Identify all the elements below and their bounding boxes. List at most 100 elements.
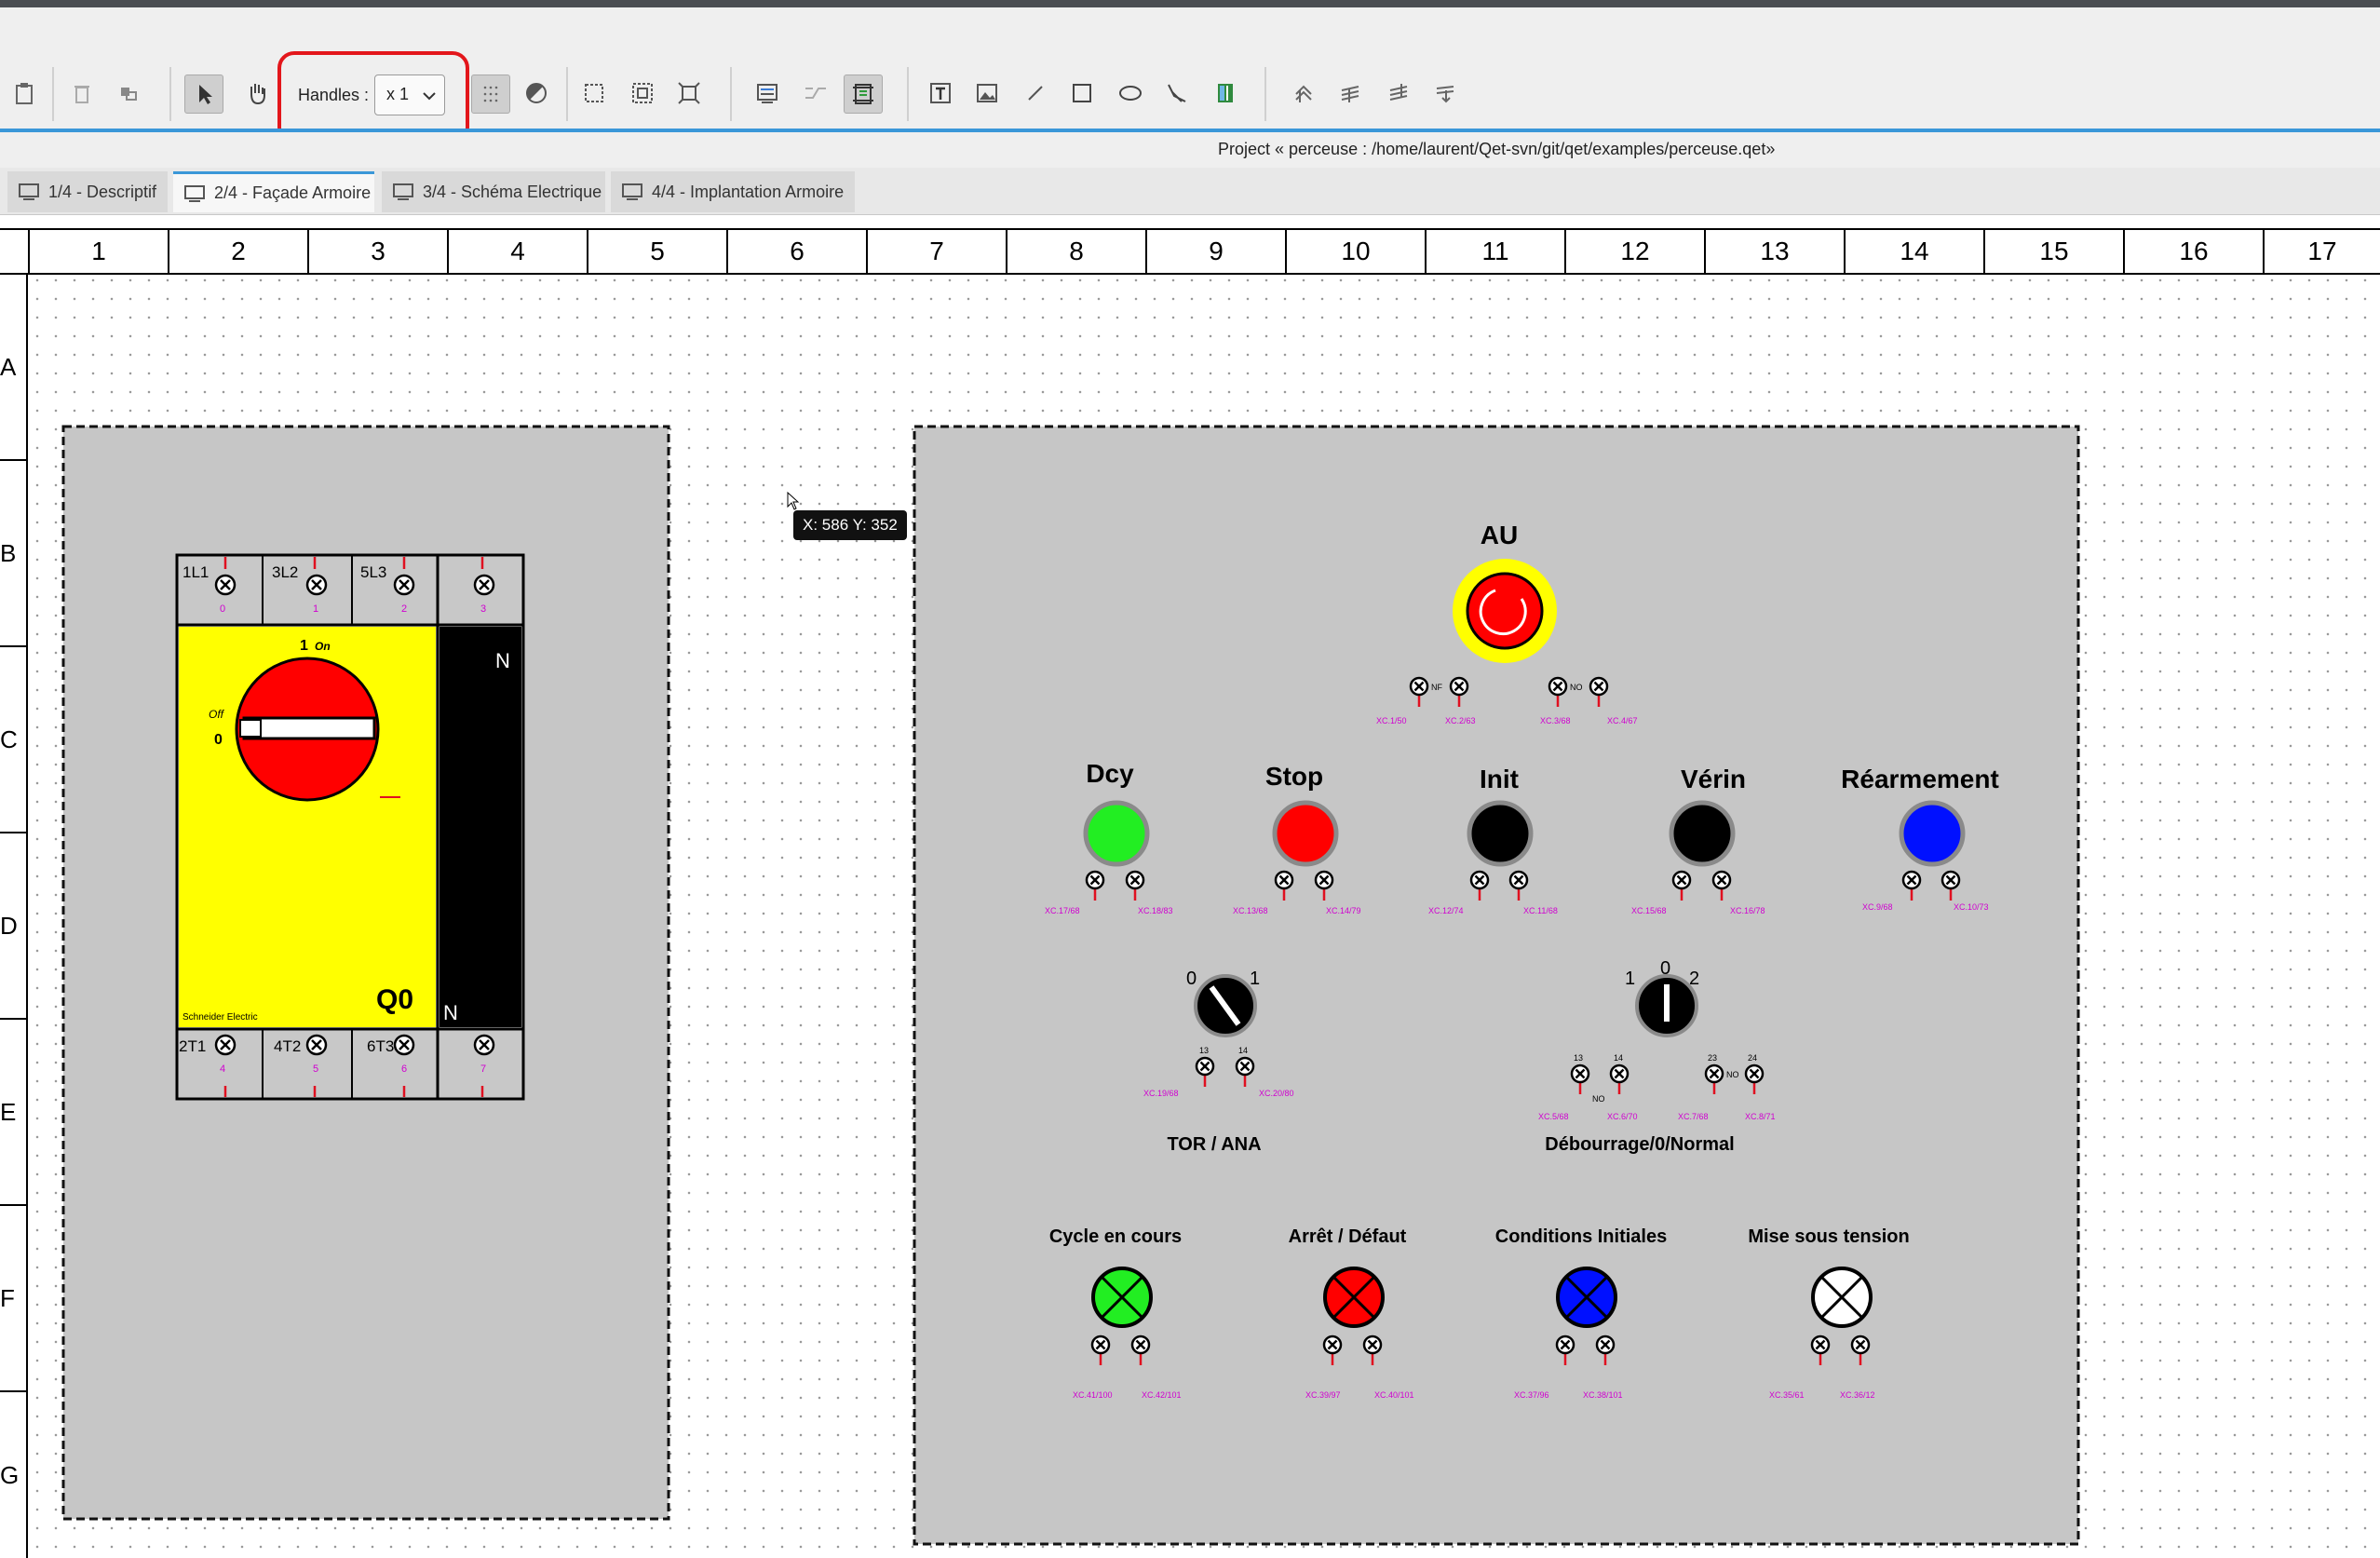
selector-label: Débourrage/0/Normal — [1545, 1134, 1734, 1155]
tab-label: 2/4 - Façade Armoire — [214, 183, 372, 202]
add-table-icon[interactable] — [1207, 75, 1244, 112]
ref-label: XC.6/70 — [1607, 1112, 1638, 1121]
ref-label: XC.15/68 — [1631, 906, 1667, 915]
lamp-label: Cycle en cours — [1049, 1226, 1182, 1247]
ref-label: XC.7/68 — [1678, 1112, 1709, 1121]
tab-facade-armoire[interactable]: 2/4 - Façade Armoire — [173, 171, 374, 212]
ref-label: XC.35/61 — [1769, 1390, 1805, 1400]
folio-frame-icon[interactable] — [844, 75, 883, 114]
add-line-icon[interactable] — [1017, 75, 1054, 112]
selector-position: 2 — [1689, 969, 1699, 989]
terminal-label: 2T1 — [179, 1037, 206, 1055]
ref-label: XC.5/68 — [1538, 1112, 1569, 1121]
add-image-icon[interactable] — [968, 75, 1006, 112]
terminal-number: 23 — [1708, 1053, 1717, 1063]
add-polyline-icon[interactable] — [1158, 75, 1196, 112]
contact-no: NO — [1592, 1094, 1605, 1104]
contact-no: NO — [1570, 683, 1583, 692]
switch-brand: Schneider Electric — [183, 1012, 258, 1023]
ref-label: XC.18/83 — [1138, 906, 1173, 915]
terminal-number: 1 — [313, 603, 318, 615]
select-all-icon[interactable] — [575, 75, 613, 112]
neutral-label: N — [495, 649, 510, 672]
switch-name: Q0 — [376, 984, 413, 1015]
ref-label: XC.41/100 — [1073, 1390, 1113, 1400]
ref-label: XC.40/101 — [1374, 1390, 1414, 1400]
folio-icon — [393, 183, 413, 200]
ref-label: XC.11/68 — [1523, 906, 1558, 915]
properties-icon[interactable] — [749, 75, 786, 112]
raise-icon[interactable] — [1332, 75, 1369, 112]
terminal-label: 3L2 — [272, 563, 298, 581]
bring-forward-icon[interactable] — [1285, 75, 1322, 112]
paste-icon[interactable] — [110, 75, 147, 112]
add-rectangle-icon[interactable] — [1063, 75, 1101, 112]
folio-icon — [622, 183, 642, 200]
ref-label: XC.14/79 — [1326, 906, 1361, 915]
ref-label: XC.36/12 — [1840, 1390, 1875, 1400]
terminal-number: 7 — [480, 1064, 486, 1075]
ref-label: XC.38/101 — [1583, 1390, 1623, 1400]
tab-schema-electrique[interactable]: 3/4 - Schéma Electrique — [382, 171, 605, 212]
conductor-icon[interactable] — [797, 75, 834, 112]
ref-label: XC.1/50 — [1376, 716, 1407, 725]
lamp-label: Mise sous tension — [1748, 1226, 1909, 1247]
off-digit: 0 — [214, 732, 223, 748]
tab-descriptif[interactable]: 1/4 - Descriptif — [7, 171, 168, 212]
selector-position: 0 — [1186, 969, 1197, 989]
terminal-number: 5 — [313, 1064, 318, 1075]
ref-label: XC.4/67 — [1607, 716, 1638, 725]
grid-icon[interactable] — [471, 75, 510, 114]
lamp-label: Conditions Initiales — [1495, 1226, 1667, 1247]
contact-no: NO — [1726, 1070, 1739, 1079]
off-label: Off — [209, 708, 225, 721]
lower-icon[interactable] — [1380, 75, 1417, 112]
ref-label: XC.37/96 — [1514, 1390, 1549, 1400]
clipboard-icon[interactable] — [6, 75, 43, 112]
pan-hand-icon[interactable] — [238, 75, 276, 112]
add-ellipse-icon[interactable] — [1112, 75, 1149, 112]
terminal-label: 5L3 — [360, 563, 386, 581]
contrast-icon[interactable] — [518, 75, 555, 112]
terminal-number: 14 — [1238, 1046, 1248, 1055]
select-none-icon[interactable] — [624, 75, 661, 112]
selector-position: 0 — [1660, 958, 1670, 979]
ref-label: XC.16/78 — [1730, 906, 1765, 915]
send-backward-icon[interactable] — [1427, 75, 1464, 112]
diagram-canvas[interactable]: 1 2 3 4 5 6 7 8 9 10 11 12 13 14 15 16 1… — [0, 215, 2380, 1558]
ref-label: XC.39/97 — [1305, 1390, 1341, 1400]
ref-label: XC.12/74 — [1428, 906, 1464, 915]
selector-position: 1 — [1625, 969, 1635, 989]
pushbutton-label: Vérin — [1681, 765, 1746, 793]
on-digit: 1 — [300, 638, 308, 654]
terminal-number: 13 — [1574, 1053, 1583, 1063]
invert-selection-icon[interactable] — [670, 75, 708, 112]
folio-icon — [184, 184, 205, 202]
ref-label: XC.2/63 — [1445, 716, 1476, 725]
terminal-number: 0 — [220, 603, 225, 615]
project-bar: Project « perceuse : /home/laurent/Qet-s… — [0, 132, 2380, 168]
ref-label: XC.10/73 — [1954, 902, 1989, 912]
add-text-icon[interactable] — [922, 75, 959, 112]
tab-implantation-armoire[interactable]: 4/4 - Implantation Armoire — [611, 171, 855, 212]
selector-position: 1 — [1250, 969, 1260, 989]
neutral-label: N — [443, 1001, 458, 1024]
terminal-number: 24 — [1748, 1053, 1757, 1063]
au-label: AU — [1481, 521, 1518, 549]
pushbutton-label: Init — [1480, 765, 1519, 793]
ref-label: XC.20/80 — [1259, 1089, 1294, 1098]
terminal-label: 1L1 — [183, 563, 209, 581]
lamp-label: Arrêt / Défaut — [1289, 1226, 1407, 1247]
delete-icon[interactable] — [63, 75, 101, 112]
toolbar: Handles : x 1 — [0, 7, 2380, 144]
ref-label: XC.9/68 — [1862, 902, 1893, 912]
project-title: Project « perceuse : /home/laurent/Qet-s… — [1218, 140, 1776, 158]
selector-label: TOR / ANA — [1167, 1134, 1261, 1155]
window-top-edge — [0, 0, 2380, 7]
ref-label: XC.8/71 — [1745, 1112, 1776, 1121]
terminal-number: 3 — [480, 603, 486, 615]
pushbutton-label: Dcy — [1086, 759, 1134, 788]
tab-label: 4/4 - Implantation Armoire — [652, 182, 845, 201]
terminal-number: 2 — [401, 603, 407, 615]
select-arrow-icon[interactable] — [184, 75, 223, 114]
